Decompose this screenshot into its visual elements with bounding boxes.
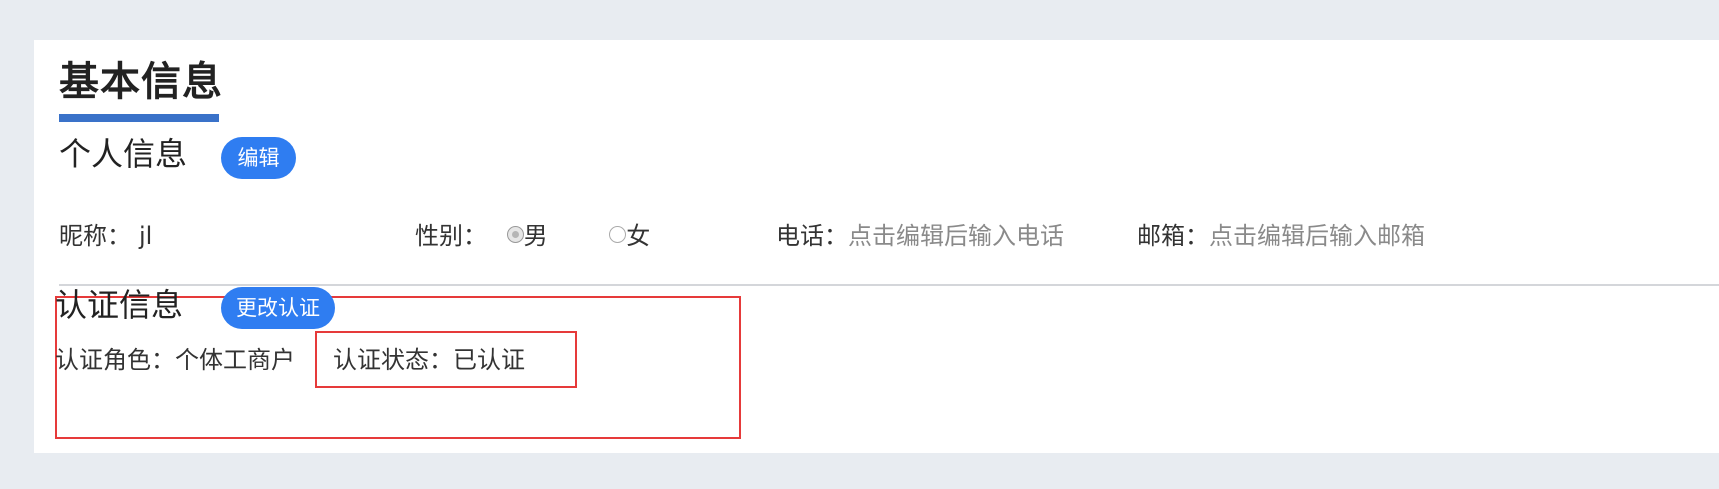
- radio-male[interactable]: [506, 226, 524, 243]
- email-field: 邮箱：点击编辑后输入邮箱: [1137, 224, 1425, 248]
- change-certification-button[interactable]: 更改认证: [221, 287, 335, 329]
- gender-female-label: 女: [626, 222, 651, 250]
- certification-role-field: 认证角色：个体工商户: [55, 348, 295, 372]
- certification-role-label: 认证角色：: [55, 346, 175, 374]
- gender-field: 性别： 男 女: [415, 224, 650, 248]
- certification-role-value: 个体工商户: [175, 346, 295, 374]
- certification-status-label: 认证状态：: [333, 346, 453, 374]
- gender-option-male[interactable]: 男: [506, 222, 548, 250]
- nickname-label: 昵称：: [59, 222, 131, 250]
- certification-status-field: 认证状态：已认证: [333, 348, 525, 372]
- nickname-value: jl: [139, 222, 153, 250]
- radio-female[interactable]: [609, 226, 627, 243]
- gender-male-label: 男: [523, 222, 548, 250]
- certification-heading: 认证信息: [55, 286, 184, 324]
- phone-field: 电话：点击编辑后输入电话: [776, 224, 1064, 248]
- email-label: 邮箱：: [1137, 222, 1209, 250]
- phone-label: 电话：: [776, 222, 848, 250]
- phone-placeholder[interactable]: 点击编辑后输入电话: [848, 222, 1064, 250]
- basic-info-panel: 基本信息 个人信息 编辑 昵称： jl 性别： 男 女 电话：点击编辑后输入电话 …: [34, 40, 1719, 453]
- email-placeholder[interactable]: 点击编辑后输入邮箱: [1209, 222, 1425, 250]
- gender-label: 性别：: [415, 222, 487, 250]
- edit-button[interactable]: 编辑: [221, 137, 296, 179]
- certification-status-value: 已认证: [453, 346, 525, 374]
- page-title: 基本信息: [59, 59, 223, 105]
- title-underline: [59, 114, 219, 122]
- gender-option-female[interactable]: 女: [609, 224, 650, 248]
- personal-info-heading: 个人信息: [59, 135, 188, 173]
- section-divider: [59, 284, 1719, 286]
- nickname-field: 昵称： jl: [59, 224, 152, 248]
